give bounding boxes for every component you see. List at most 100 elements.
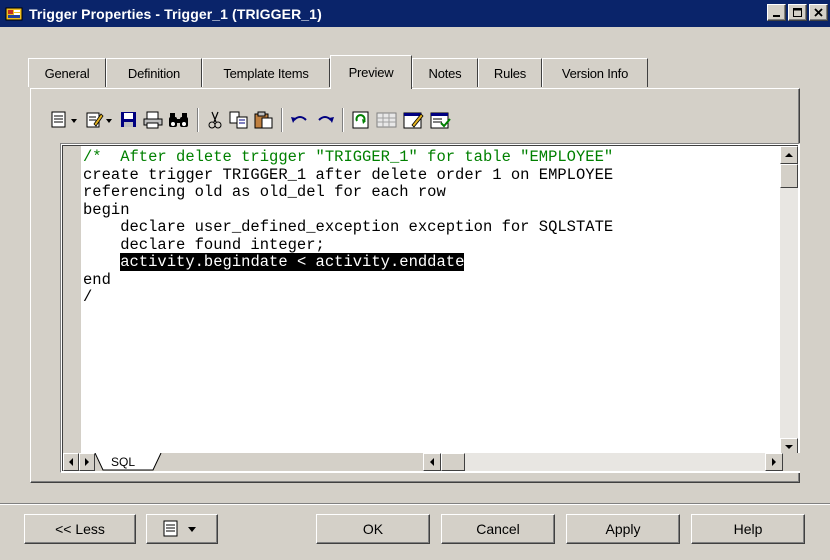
selected-text: activity.begindate < activity.enddate xyxy=(120,253,465,271)
vertical-scrollbar[interactable] xyxy=(780,146,798,456)
scroll-thumb[interactable] xyxy=(780,164,798,188)
trigger-app-icon xyxy=(5,5,23,23)
tab-preview[interactable]: Preview xyxy=(330,55,412,89)
tab-label: Version Info xyxy=(561,65,629,81)
cut-icon xyxy=(208,111,222,129)
generate-icon xyxy=(430,112,451,129)
tab-notes[interactable]: Notes xyxy=(412,58,478,87)
apply-button[interactable]: Apply xyxy=(566,514,680,544)
find-icon xyxy=(169,113,188,127)
arrow-left-icon xyxy=(69,458,73,466)
preview-toolbar xyxy=(50,107,457,133)
horizontal-scrollbar[interactable] xyxy=(423,453,783,471)
maximize-button[interactable] xyxy=(788,4,807,21)
sheet-tab-label: SQL xyxy=(111,455,136,469)
refresh-button[interactable] xyxy=(351,109,371,131)
find-button[interactable] xyxy=(168,109,190,131)
sheet-prev-button[interactable] xyxy=(63,453,79,471)
minimize-button[interactable] xyxy=(767,4,786,21)
save-icon xyxy=(121,112,136,127)
paste-button[interactable] xyxy=(254,109,274,131)
toolbar-separator xyxy=(342,108,344,132)
code-line: declare found integer; xyxy=(83,235,325,254)
arrow-up-icon xyxy=(785,153,793,157)
undo-button[interactable] xyxy=(290,109,310,131)
tab-rules[interactable]: Rules xyxy=(478,58,542,87)
close-button[interactable] xyxy=(809,4,828,21)
tab-template-items[interactable]: Template Items xyxy=(202,58,330,87)
redo-button[interactable] xyxy=(315,109,335,131)
window-title: Trigger Properties - Trigger_1 (TRIGGER_… xyxy=(29,5,322,22)
redo-icon xyxy=(318,116,334,123)
scroll-right-button[interactable] xyxy=(765,453,783,471)
tab-label: General xyxy=(44,65,90,81)
maximize-icon xyxy=(792,7,802,17)
edit-menu-icon xyxy=(86,112,112,128)
check-button[interactable] xyxy=(403,109,425,131)
ok-button-label: OK xyxy=(362,521,384,537)
less-button[interactable]: << Less xyxy=(24,514,136,544)
tab-definition[interactable]: Definition xyxy=(106,58,202,87)
copy-button[interactable] xyxy=(229,109,249,131)
sheet-tab-sql[interactable]: SQL xyxy=(95,453,175,471)
close-icon xyxy=(813,7,823,17)
code-line: declare user_defined_exception exception… xyxy=(83,218,614,236)
code-line: / xyxy=(83,288,93,306)
paste-icon xyxy=(254,111,273,129)
sql-code[interactable]: /* After delete trigger "TRIGGER_1" for … xyxy=(81,146,781,456)
scroll-up-button[interactable] xyxy=(780,146,798,164)
sql-preview-editor[interactable]: /* After delete trigger "TRIGGER_1" for … xyxy=(60,143,801,473)
title-bar[interactable]: Trigger Properties - Trigger_1 (TRIGGER_… xyxy=(0,0,830,27)
generate-button[interactable] xyxy=(430,109,452,131)
code-line: /* After delete trigger "TRIGGER_1" for … xyxy=(83,148,614,166)
help-button[interactable]: Help xyxy=(691,514,805,544)
arrow-left-icon xyxy=(430,458,434,466)
copy-icon xyxy=(229,111,248,129)
properties-menu-icon xyxy=(163,520,196,537)
cancel-button-label: Cancel xyxy=(476,521,520,537)
undo-icon xyxy=(291,116,307,123)
apply-button-label: Apply xyxy=(605,521,641,537)
code-line: create trigger TRIGGER_1 after delete or… xyxy=(83,165,614,184)
less-button-label: << Less xyxy=(55,521,105,537)
tab-label: Rules xyxy=(493,65,527,81)
editor-bottom-bar: SQL xyxy=(63,453,801,471)
check-icon xyxy=(403,112,424,129)
arrow-right-icon xyxy=(85,458,89,466)
properties-menu-button[interactable] xyxy=(50,109,80,131)
arrow-right-icon xyxy=(772,458,776,466)
refresh-icon xyxy=(352,111,369,129)
tab-version-info[interactable]: Version Info xyxy=(542,58,648,87)
edit-menu-button[interactable] xyxy=(85,109,115,131)
cut-button[interactable] xyxy=(206,109,224,131)
tab-label: Definition xyxy=(127,65,181,81)
trigger-properties-dialog: Trigger Properties - Trigger_1 (TRIGGER_… xyxy=(0,0,830,560)
dialog-separator xyxy=(0,503,830,505)
print-button[interactable] xyxy=(143,109,163,131)
code-line: referencing old as old_del for each row xyxy=(83,183,446,201)
tab-general[interactable]: General xyxy=(28,58,106,87)
minimize-icon xyxy=(772,14,780,17)
toolbar-separator xyxy=(197,108,199,132)
code-line: activity.begindate < activity.enddate xyxy=(81,253,781,272)
save-button[interactable] xyxy=(120,109,138,131)
code-line: begin xyxy=(83,200,130,219)
scroll-left-button[interactable] xyxy=(423,453,441,471)
toolbar-separator xyxy=(281,108,283,132)
ok-button[interactable]: OK xyxy=(316,514,430,544)
code-line: end xyxy=(83,270,111,289)
arrow-down-icon xyxy=(785,445,793,449)
sheet-next-button[interactable] xyxy=(79,453,95,471)
horizontal-scroll-thumb[interactable] xyxy=(441,453,465,471)
print-icon xyxy=(143,111,163,129)
cancel-button[interactable]: Cancel xyxy=(441,514,555,544)
grid-icon xyxy=(376,112,397,128)
grid-button[interactable] xyxy=(376,109,398,131)
properties-dropdown-button[interactable] xyxy=(146,514,218,544)
editor-gutter xyxy=(63,146,81,456)
properties-menu-icon xyxy=(51,111,77,128)
tab-label: Preview xyxy=(348,65,394,80)
help-button-label: Help xyxy=(733,521,763,537)
tab-label: Notes xyxy=(428,65,462,81)
tab-label: Template Items xyxy=(223,65,309,81)
